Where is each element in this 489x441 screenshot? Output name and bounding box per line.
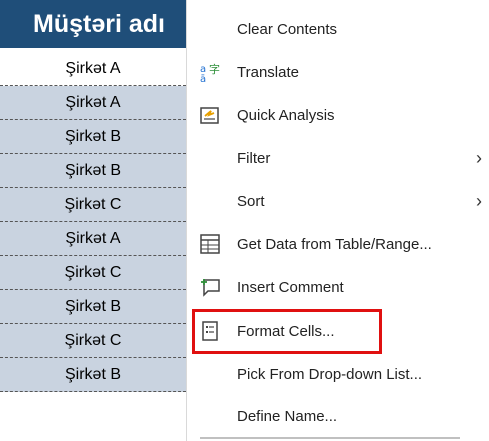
table-cell[interactable]: Şirkət C bbox=[0, 324, 186, 358]
menu-item-quick-analysis[interactable]: Quick Analysis bbox=[187, 94, 489, 136]
table-cell[interactable]: Şirkət B bbox=[0, 154, 186, 188]
menu-item-label: Define Name... bbox=[237, 407, 338, 425]
translate-icon: a 字 ā bbox=[199, 61, 221, 83]
menu-item-insert-comment[interactable]: Insert Comment bbox=[187, 266, 489, 308]
menu-item-label: Pick From Drop-down List... bbox=[237, 365, 423, 383]
table-cell[interactable]: Şirkət C bbox=[0, 256, 186, 290]
table-cell[interactable]: Şirkət A bbox=[0, 86, 186, 120]
menu-item-sort[interactable]: Sort › bbox=[187, 180, 489, 222]
menu-item-label: Quick Analysis bbox=[237, 106, 335, 124]
table-cell[interactable]: Şirkət A bbox=[0, 52, 186, 86]
svg-text:字: 字 bbox=[209, 62, 220, 76]
chevron-right-icon: › bbox=[476, 190, 482, 211]
table-cell[interactable]: Şirkət C bbox=[0, 188, 186, 222]
menu-item-label: Get Data from Table/Range... bbox=[237, 235, 432, 253]
svg-text:ā: ā bbox=[200, 74, 206, 83]
column-header-cell[interactable]: Müştəri adı bbox=[0, 0, 186, 48]
comment-icon bbox=[199, 276, 221, 298]
menu-item-label: Translate bbox=[237, 63, 299, 81]
chevron-right-icon: › bbox=[476, 147, 482, 168]
highlight-box bbox=[192, 309, 382, 354]
menu-item-clear-contents[interactable]: Clear Contents bbox=[187, 8, 489, 50]
context-menu: Clear Contents a 字 ā Translate Quick Ana… bbox=[186, 0, 489, 441]
menu-item-translate[interactable]: a 字 ā Translate bbox=[187, 51, 489, 93]
menu-item-define-name[interactable]: Define Name... bbox=[187, 395, 489, 437]
menu-item-get-data[interactable]: Get Data from Table/Range... bbox=[187, 223, 489, 265]
menu-item-pick-from-list[interactable]: Pick From Drop-down List... bbox=[187, 353, 489, 395]
menu-divider bbox=[200, 437, 460, 439]
menu-item-filter[interactable]: Filter › bbox=[187, 137, 489, 179]
table-cell[interactable]: Şirkət B bbox=[0, 120, 186, 154]
table-icon bbox=[199, 233, 221, 255]
spreadsheet-column: Müştəri adı Şirkət A Şirkət A Şirkət B Ş… bbox=[0, 0, 186, 441]
quick-analysis-icon bbox=[199, 104, 221, 126]
menu-item-label: Clear Contents bbox=[237, 20, 338, 38]
menu-item-label: Filter bbox=[237, 149, 271, 167]
menu-item-label: Insert Comment bbox=[237, 278, 344, 296]
cell-list: Şirkət A Şirkət A Şirkət B Şirkət B Şirk… bbox=[0, 52, 186, 392]
table-cell[interactable]: Şirkət B bbox=[0, 290, 186, 324]
menu-item-label: Sort bbox=[237, 192, 265, 210]
table-cell[interactable]: Şirkət A bbox=[0, 222, 186, 256]
table-cell[interactable]: Şirkət B bbox=[0, 358, 186, 392]
